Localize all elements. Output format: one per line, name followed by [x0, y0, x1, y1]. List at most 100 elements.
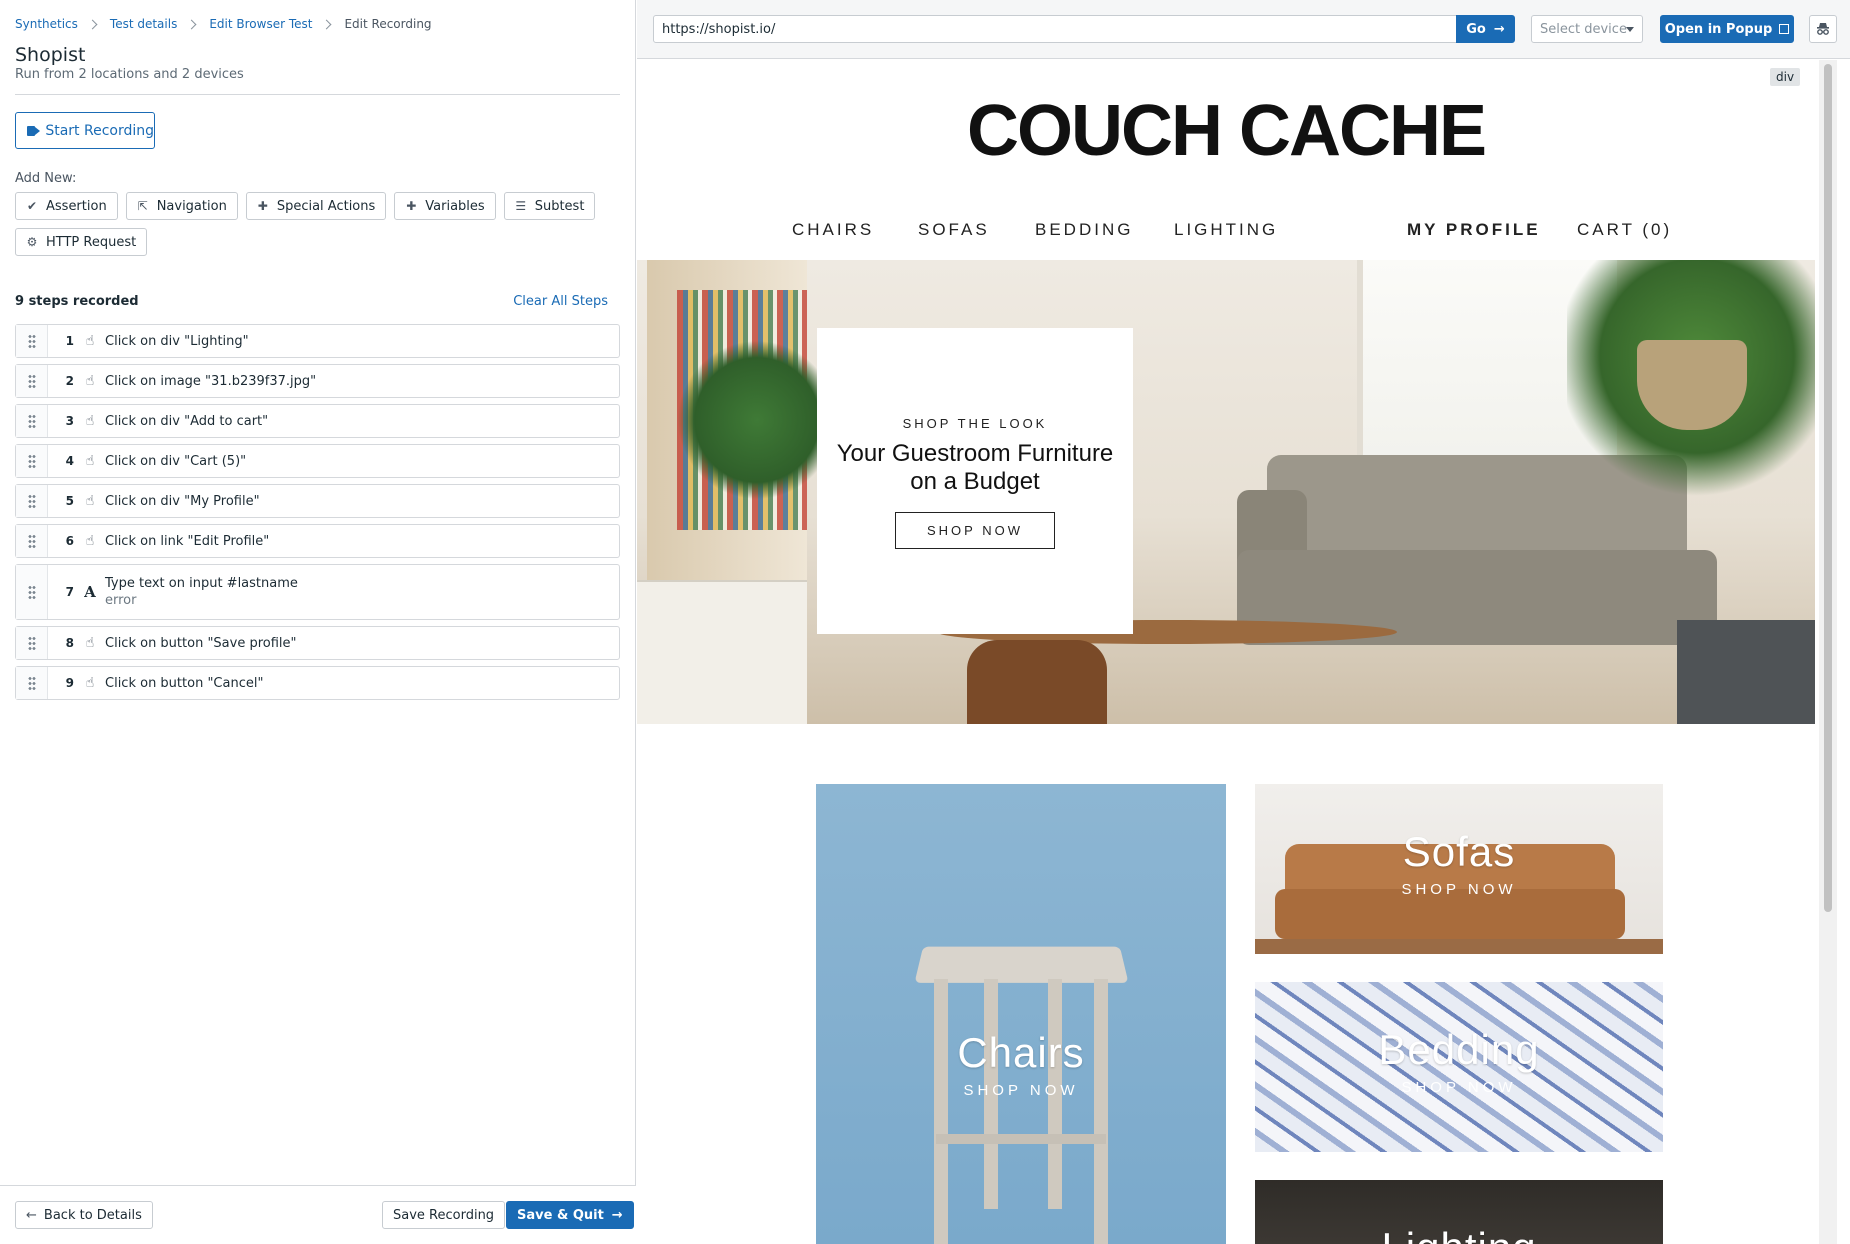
drag-handle[interactable] — [16, 565, 48, 619]
drag-handle[interactable] — [16, 627, 48, 659]
nav-cart[interactable]: CART (0) — [1577, 220, 1672, 240]
step-number: 5 — [65, 494, 74, 508]
open-in-popup-label: Open in Popup — [1664, 21, 1773, 37]
drag-handle-icon — [27, 494, 36, 508]
category-tile-lighting[interactable]: Lighting — [1255, 1180, 1663, 1244]
plus-icon: ✚ — [257, 199, 268, 213]
add-variables-button[interactable]: ✚ Variables — [394, 192, 496, 220]
drag-handle[interactable] — [16, 325, 48, 357]
step-item[interactable]: 9 ☝ Click on button "Cancel" — [15, 666, 620, 700]
step-number: 3 — [65, 414, 74, 428]
drag-handle-icon — [27, 534, 36, 548]
pointer-hand-icon: ☝ — [85, 373, 95, 389]
step-number: 8 — [65, 636, 74, 650]
nav-my-profile[interactable]: MY PROFILE — [1407, 220, 1541, 240]
save-and-quit-button[interactable]: Save & Quit → — [506, 1201, 634, 1229]
incognito-button[interactable] — [1809, 15, 1837, 43]
step-label: Click on link "Edit Profile" — [105, 533, 270, 549]
start-recording-button[interactable]: Start Recording — [15, 112, 155, 149]
open-in-popup-button[interactable]: Open in Popup — [1660, 15, 1794, 43]
breadcrumb-synthetics[interactable]: Synthetics — [15, 17, 78, 31]
add-http-request-button[interactable]: ⚙ HTTP Request — [15, 228, 148, 256]
website-viewport[interactable]: div COUCH CACHE CHAIRS SOFAS BEDDING LIG… — [637, 60, 1815, 1244]
step-number: 6 — [65, 534, 74, 548]
divider — [15, 94, 620, 95]
step-number: 2 — [65, 374, 74, 388]
url-input[interactable] — [653, 15, 1457, 43]
category-tile-chairs[interactable]: Chairs SHOP NOW — [816, 784, 1226, 1244]
element-hover-tag: div — [1770, 68, 1801, 86]
nav-lighting[interactable]: LIGHTING — [1174, 220, 1278, 240]
add-subtest-button[interactable]: ☰ Subtest — [503, 192, 596, 220]
steps-count: 9 steps recorded — [15, 294, 139, 309]
step-label: Click on button "Cancel" — [105, 675, 264, 691]
add-assertion-button[interactable]: ✔ Assertion — [15, 192, 118, 220]
tile-title: Sofas — [1402, 828, 1516, 875]
step-item[interactable]: 8 ☝ Click on button "Save profile" — [15, 626, 620, 660]
breadcrumb-test-details[interactable]: Test details — [110, 17, 177, 31]
hero-banner: SHOP THE LOOK Your Guestroom Furniture o… — [637, 260, 1815, 724]
stool-photo — [914, 946, 1129, 983]
arrow-right-icon: → — [1493, 21, 1505, 37]
add-navigation-label: Navigation — [156, 198, 227, 214]
step-item[interactable]: 7 A Type text on input #lastname error — [15, 564, 620, 620]
chevron-right-icon — [87, 19, 98, 29]
drag-handle-icon — [27, 374, 36, 388]
save-and-quit-label: Save & Quit — [517, 1207, 604, 1223]
add-new-label: Add New: — [15, 171, 77, 186]
drag-handle-icon — [27, 636, 36, 650]
browser-toolbar: Go → Select device Open in Popup — [637, 0, 1850, 59]
step-item[interactable]: 4 ☝ Click on div "Cart (5)" — [15, 444, 620, 478]
add-subtest-label: Subtest — [534, 198, 585, 214]
check-icon: ✔ — [26, 199, 38, 213]
category-tile-sofas[interactable]: Sofas SHOP NOW — [1255, 784, 1663, 954]
step-item[interactable]: 1 ☝ Click on div "Lighting" — [15, 324, 620, 358]
incognito-icon — [1817, 23, 1829, 35]
drag-handle[interactable] — [16, 525, 48, 557]
pointer-hand-icon: ☝ — [85, 493, 95, 509]
step-label: Click on div "Add to cart" — [105, 413, 269, 429]
step-value: error — [105, 593, 137, 608]
step-item[interactable]: 2 ☝ Click on image "31.b239f37.jpg" — [15, 364, 620, 398]
back-to-details-button[interactable]: ← Back to Details — [15, 1201, 153, 1229]
step-item[interactable]: 6 ☝ Click on link "Edit Profile" — [15, 524, 620, 558]
nav-chairs[interactable]: CHAIRS — [792, 220, 874, 240]
tile-title: Lighting — [1255, 1224, 1663, 1244]
tile-cta: SHOP NOW — [1401, 881, 1517, 898]
drag-handle[interactable] — [16, 667, 48, 699]
step-label: Click on div "My Profile" — [105, 493, 260, 509]
step-item[interactable]: 3 ☝ Click on div "Add to cart" — [15, 404, 620, 438]
category-tile-bedding[interactable]: Bedding SHOP NOW — [1255, 982, 1663, 1152]
go-button[interactable]: Go → — [1456, 15, 1515, 43]
nav-bedding[interactable]: BEDDING — [1035, 220, 1133, 240]
step-text: Type text on input #lastname error — [105, 576, 298, 608]
device-select[interactable]: Select device — [1531, 15, 1643, 43]
hero-card: SHOP THE LOOK Your Guestroom Furniture o… — [817, 328, 1133, 634]
drag-handle[interactable] — [16, 405, 48, 437]
go-label: Go — [1466, 21, 1486, 37]
chevron-right-icon — [322, 19, 332, 29]
breadcrumb-current: Edit Recording — [344, 17, 432, 31]
drag-handle-icon — [27, 676, 36, 690]
drag-handle-icon — [27, 334, 36, 348]
scrollbar-thumb[interactable] — [1824, 64, 1832, 912]
nav-sofas[interactable]: SOFAS — [918, 220, 990, 240]
viewport-scrollbar[interactable] — [1819, 60, 1837, 1244]
breadcrumb-edit-browser-test[interactable]: Edit Browser Test — [209, 17, 312, 31]
drag-handle[interactable] — [16, 485, 48, 517]
pointer-hand-icon: ☝ — [85, 635, 95, 651]
save-recording-button[interactable]: Save Recording — [382, 1201, 506, 1229]
start-recording-label: Start Recording — [45, 122, 154, 139]
step-item[interactable]: 5 ☝ Click on div "My Profile" — [15, 484, 620, 518]
hero-shop-now-button[interactable]: SHOP NOW — [895, 512, 1055, 549]
page-subtitle: Run from 2 locations and 2 devices — [15, 67, 244, 82]
add-special-actions-button[interactable]: ✚ Special Actions — [245, 192, 387, 220]
drag-handle-icon — [27, 585, 36, 599]
clear-all-steps-link[interactable]: Clear All Steps — [513, 294, 608, 309]
add-navigation-button[interactable]: ⇱ Navigation — [125, 192, 238, 220]
external-link-icon — [1779, 24, 1790, 34]
api-icon: ⚙ — [26, 235, 38, 249]
drag-handle[interactable] — [16, 365, 48, 397]
drag-handle[interactable] — [16, 445, 48, 477]
site-logo[interactable]: COUCH CACHE — [637, 90, 1815, 172]
